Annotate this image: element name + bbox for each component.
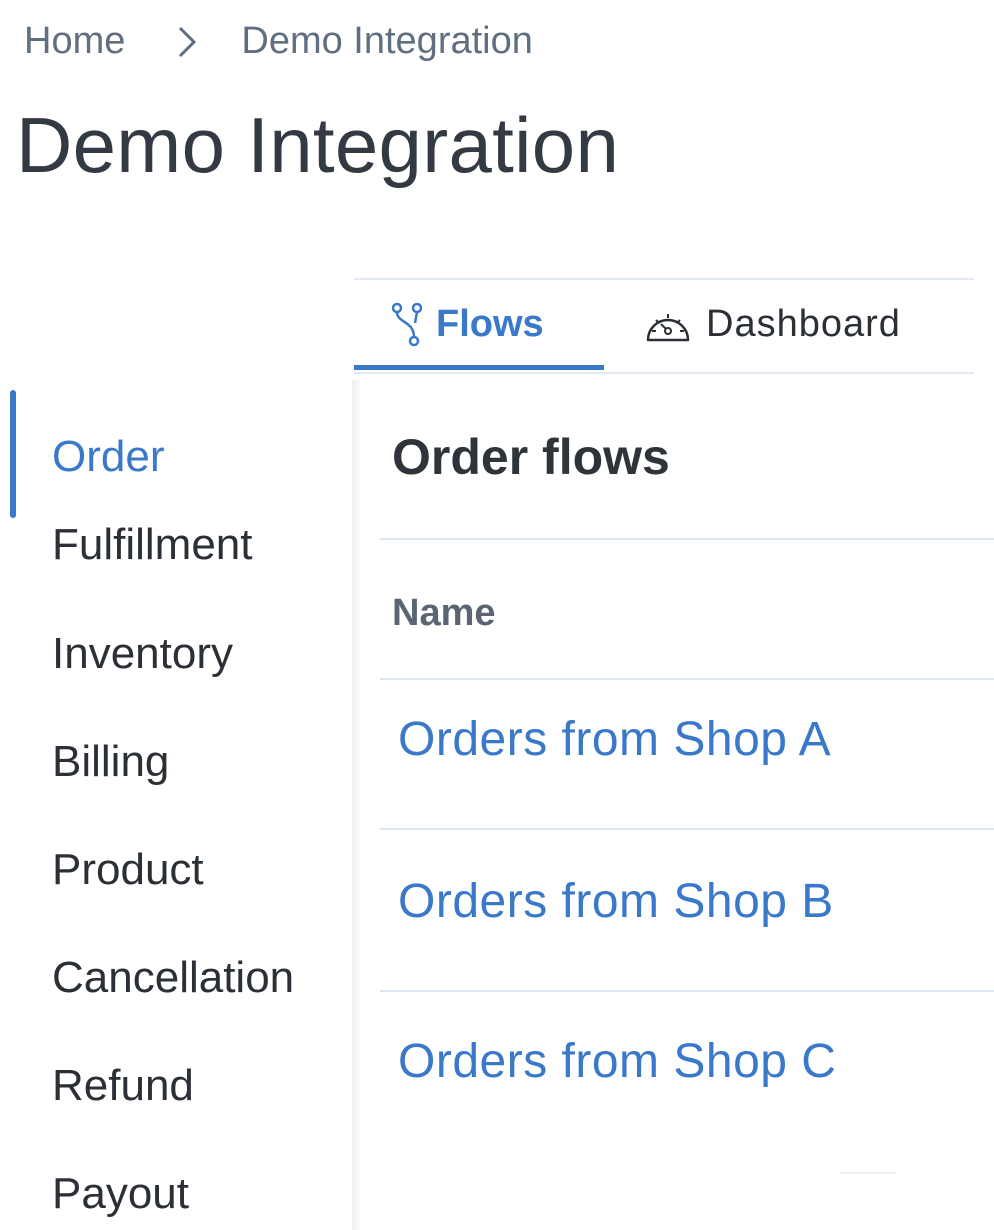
sidebar-item-cancellation[interactable]: Cancellation	[52, 953, 294, 1003]
flow-link-shop-b[interactable]: Orders from Shop B	[398, 874, 834, 929]
sidebar-item-fulfillment[interactable]: Fulfillment	[52, 520, 253, 570]
breadcrumb-home-link[interactable]: Home	[24, 20, 125, 63]
tab-flows[interactable]: Flows	[354, 280, 604, 370]
flow-link-shop-a[interactable]: Orders from Shop A	[398, 712, 831, 767]
flow-branch-icon	[392, 301, 422, 347]
sidebar-item-inventory[interactable]: Inventory	[52, 629, 233, 679]
gauge-icon	[644, 304, 692, 344]
tab-dashboard-label: Dashboard	[706, 302, 901, 345]
divider	[840, 1172, 896, 1174]
tab-bar: Flows Dashboard	[354, 278, 974, 374]
column-header-name: Name	[392, 592, 496, 634]
chevron-right-icon	[177, 25, 197, 59]
tab-dashboard[interactable]: Dashboard	[644, 280, 901, 368]
divider	[380, 678, 994, 680]
section-title: Order flows	[392, 429, 670, 485]
breadcrumb: Home Demo Integration	[24, 20, 533, 63]
breadcrumb-current: Demo Integration	[241, 20, 533, 62]
table-row-divider	[380, 828, 994, 830]
sidebar-item-order[interactable]: Order	[52, 432, 164, 482]
sidebar-item-product[interactable]: Product	[52, 845, 204, 895]
divider	[380, 538, 994, 540]
sidebar-item-billing[interactable]: Billing	[52, 737, 169, 787]
page-title: Demo Integration	[16, 101, 620, 189]
tab-flows-label: Flows	[436, 302, 544, 345]
sidebar-divider	[352, 380, 360, 1230]
flow-link-shop-c[interactable]: Orders from Shop C	[398, 1034, 836, 1089]
sidebar-active-indicator	[10, 390, 16, 518]
table-row-divider	[380, 990, 994, 992]
sidebar-item-payout[interactable]: Payout	[52, 1169, 189, 1219]
sidebar-item-refund[interactable]: Refund	[52, 1061, 194, 1111]
